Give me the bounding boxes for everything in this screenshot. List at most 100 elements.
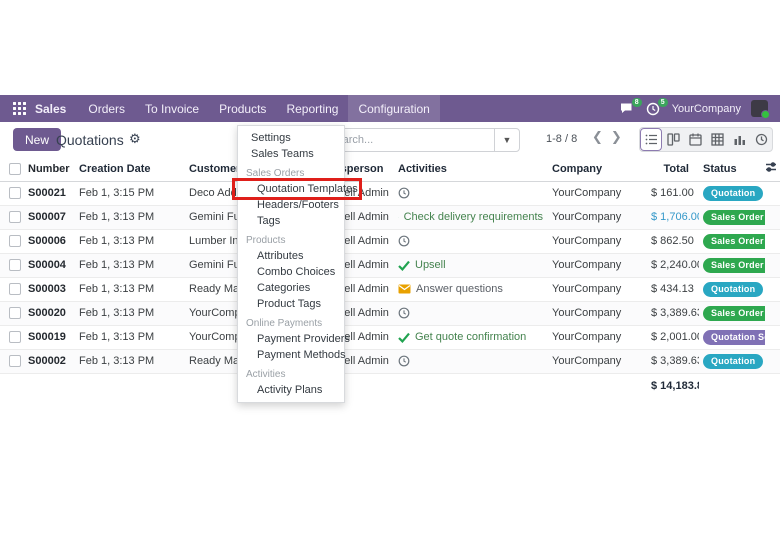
status-badge: Quotation — [703, 354, 763, 369]
pager-next-icon[interactable]: ❯ — [611, 129, 622, 145]
activity-label: Get quote confirmation — [415, 331, 526, 343]
column-header-creation-date[interactable]: Creation Date — [76, 157, 186, 181]
table-row[interactable]: S00004Feb 1, 3:13 PMGemini FurnitureMitc… — [0, 253, 780, 277]
control-panel: New Quotations ⚙ Quotations ✕ Search... … — [0, 122, 780, 157]
configuration-dropdown: Settings Sales Teams Sales Orders Quotat… — [237, 125, 345, 403]
table-row[interactable]: S00006Feb 1, 3:13 PMLumber IncMitchell A… — [0, 229, 780, 253]
row-checkbox[interactable] — [9, 187, 21, 199]
menu-item-headers-footers[interactable]: Headers/Footers — [238, 197, 344, 213]
activities-icon[interactable]: 5 — [646, 102, 662, 116]
select-all-checkbox[interactable] — [9, 163, 21, 175]
status-badge: Sales Order — [703, 306, 765, 321]
cell-company: YourCompany — [543, 301, 651, 325]
new-button[interactable]: New — [13, 128, 61, 151]
menu-item-product-tags[interactable]: Product Tags — [238, 296, 344, 312]
row-checkbox[interactable] — [9, 235, 21, 247]
cell-creation-date: Feb 1, 3:13 PM — [76, 325, 186, 349]
table-row[interactable]: S00020Feb 1, 3:13 PMYourCompanyMitchell … — [0, 301, 780, 325]
cell-total: $ 2,001.00 — [651, 325, 699, 349]
nav-menu-to-invoice[interactable]: To Invoice — [135, 95, 209, 122]
cell-activities[interactable]: Check delivery requirements — [395, 205, 543, 229]
cell-activities[interactable]: Get quote confirmation — [395, 325, 543, 349]
check-icon — [398, 212, 399, 223]
cell-company: YourCompany — [543, 253, 651, 277]
cell-activities[interactable]: Upsell — [395, 253, 543, 277]
view-pivot-button[interactable] — [706, 128, 728, 151]
adjust-columns-icon[interactable] — [765, 157, 780, 181]
column-header-status[interactable]: Status — [699, 157, 765, 181]
cell-number: S00006 — [24, 229, 76, 253]
row-checkbox[interactable] — [9, 211, 21, 223]
cell-total: $ 2,240.00 — [651, 253, 699, 277]
nav-menu-configuration[interactable]: Configuration — [348, 95, 439, 122]
column-header-activities[interactable]: Activities — [395, 157, 543, 181]
cell-status: Sales Order — [699, 253, 765, 277]
search-dropdown-toggle[interactable]: ▼ — [494, 129, 519, 151]
clock-icon — [398, 235, 410, 247]
messages-icon[interactable]: 8 — [620, 102, 636, 116]
cell-number: S00021 — [24, 181, 76, 205]
cell-status: Quotation — [699, 349, 765, 373]
column-header-number[interactable]: Number — [24, 157, 76, 181]
menu-item-combo-choices[interactable]: Combo Choices — [238, 264, 344, 280]
cell-activities[interactable] — [395, 181, 543, 205]
cell-activities[interactable] — [395, 349, 543, 373]
envelope-icon — [398, 284, 411, 294]
menu-item-sales-teams[interactable]: Sales Teams — [238, 146, 344, 162]
row-checkbox[interactable] — [9, 331, 21, 343]
cell-activities[interactable]: Answer questions — [395, 277, 543, 301]
view-activity-button[interactable] — [750, 128, 772, 151]
row-checkbox[interactable] — [9, 259, 21, 271]
cell-status: Quotation — [699, 181, 765, 205]
cell-creation-date: Feb 1, 3:13 PM — [76, 301, 186, 325]
search-input[interactable]: Search... — [329, 134, 494, 146]
cell-company: YourCompany — [543, 277, 651, 301]
column-header-company[interactable]: Company — [543, 157, 651, 181]
gear-icon[interactable]: ⚙ — [129, 131, 141, 147]
cell-status: Sales Order — [699, 205, 765, 229]
nav-app-sales[interactable]: Sales — [35, 95, 78, 122]
user-avatar[interactable] — [751, 100, 768, 117]
table-row[interactable]: S00019Feb 1, 3:13 PMYourCompanyMitchell … — [0, 325, 780, 349]
clock-icon — [398, 355, 410, 367]
nav-menu-products[interactable]: Products — [209, 95, 276, 122]
menu-section-sales-orders: Sales Orders — [238, 167, 344, 181]
menu-item-quotation-templates[interactable]: Quotation Templates — [238, 181, 344, 197]
menu-item-payment-providers[interactable]: Payment Providers — [238, 331, 344, 347]
menu-item-categories[interactable]: Categories — [238, 280, 344, 296]
menu-item-tags[interactable]: Tags — [238, 213, 344, 229]
cell-activities[interactable] — [395, 229, 543, 253]
pager-previous-icon[interactable]: ❮ — [592, 129, 603, 145]
view-graph-button[interactable] — [728, 128, 750, 151]
cell-total: $ 161.00 — [651, 181, 699, 205]
menu-item-payment-methods[interactable]: Payment Methods — [238, 347, 344, 363]
nav-menu-orders[interactable]: Orders — [78, 95, 135, 122]
apps-grid-icon[interactable] — [13, 102, 26, 115]
view-list-button[interactable] — [640, 128, 662, 151]
status-badge: Sales Order — [703, 210, 765, 225]
table-row[interactable]: S00007Feb 1, 3:13 PMGemini FurnitureMitc… — [0, 205, 780, 229]
menu-item-attributes[interactable]: Attributes — [238, 248, 344, 264]
menu-item-settings[interactable]: Settings — [238, 130, 344, 146]
cell-total: $ 434.13 — [651, 277, 699, 301]
row-checkbox[interactable] — [9, 307, 21, 319]
cell-number: S00002 — [24, 349, 76, 373]
column-header-total[interactable]: Total — [651, 157, 699, 181]
cell-total: $ 3,389.63 — [651, 301, 699, 325]
clock-icon — [398, 307, 410, 319]
table-row[interactable]: S00002Feb 1, 3:13 PMReady MatMitchell Ad… — [0, 349, 780, 373]
view-calendar-button[interactable] — [684, 128, 706, 151]
row-checkbox[interactable] — [9, 355, 21, 367]
pager-value: 1-8 / 8 — [546, 133, 577, 145]
table-row[interactable]: S00003Feb 1, 3:13 PMReady MatMitchell Ad… — [0, 277, 780, 301]
status-badge: Quotation Sent — [703, 330, 765, 345]
table-row[interactable]: S00021Feb 1, 3:15 PMDeco AddictMitchell … — [0, 181, 780, 205]
row-checkbox[interactable] — [9, 283, 21, 295]
menu-item-activity-plans[interactable]: Activity Plans — [238, 382, 344, 398]
cell-activities[interactable] — [395, 301, 543, 325]
cell-company: YourCompany — [543, 349, 651, 373]
company-switcher[interactable]: YourCompany — [672, 103, 741, 115]
nav-menu-reporting[interactable]: Reporting — [276, 95, 348, 122]
view-kanban-button[interactable] — [662, 128, 684, 151]
cell-creation-date: Feb 1, 3:13 PM — [76, 277, 186, 301]
